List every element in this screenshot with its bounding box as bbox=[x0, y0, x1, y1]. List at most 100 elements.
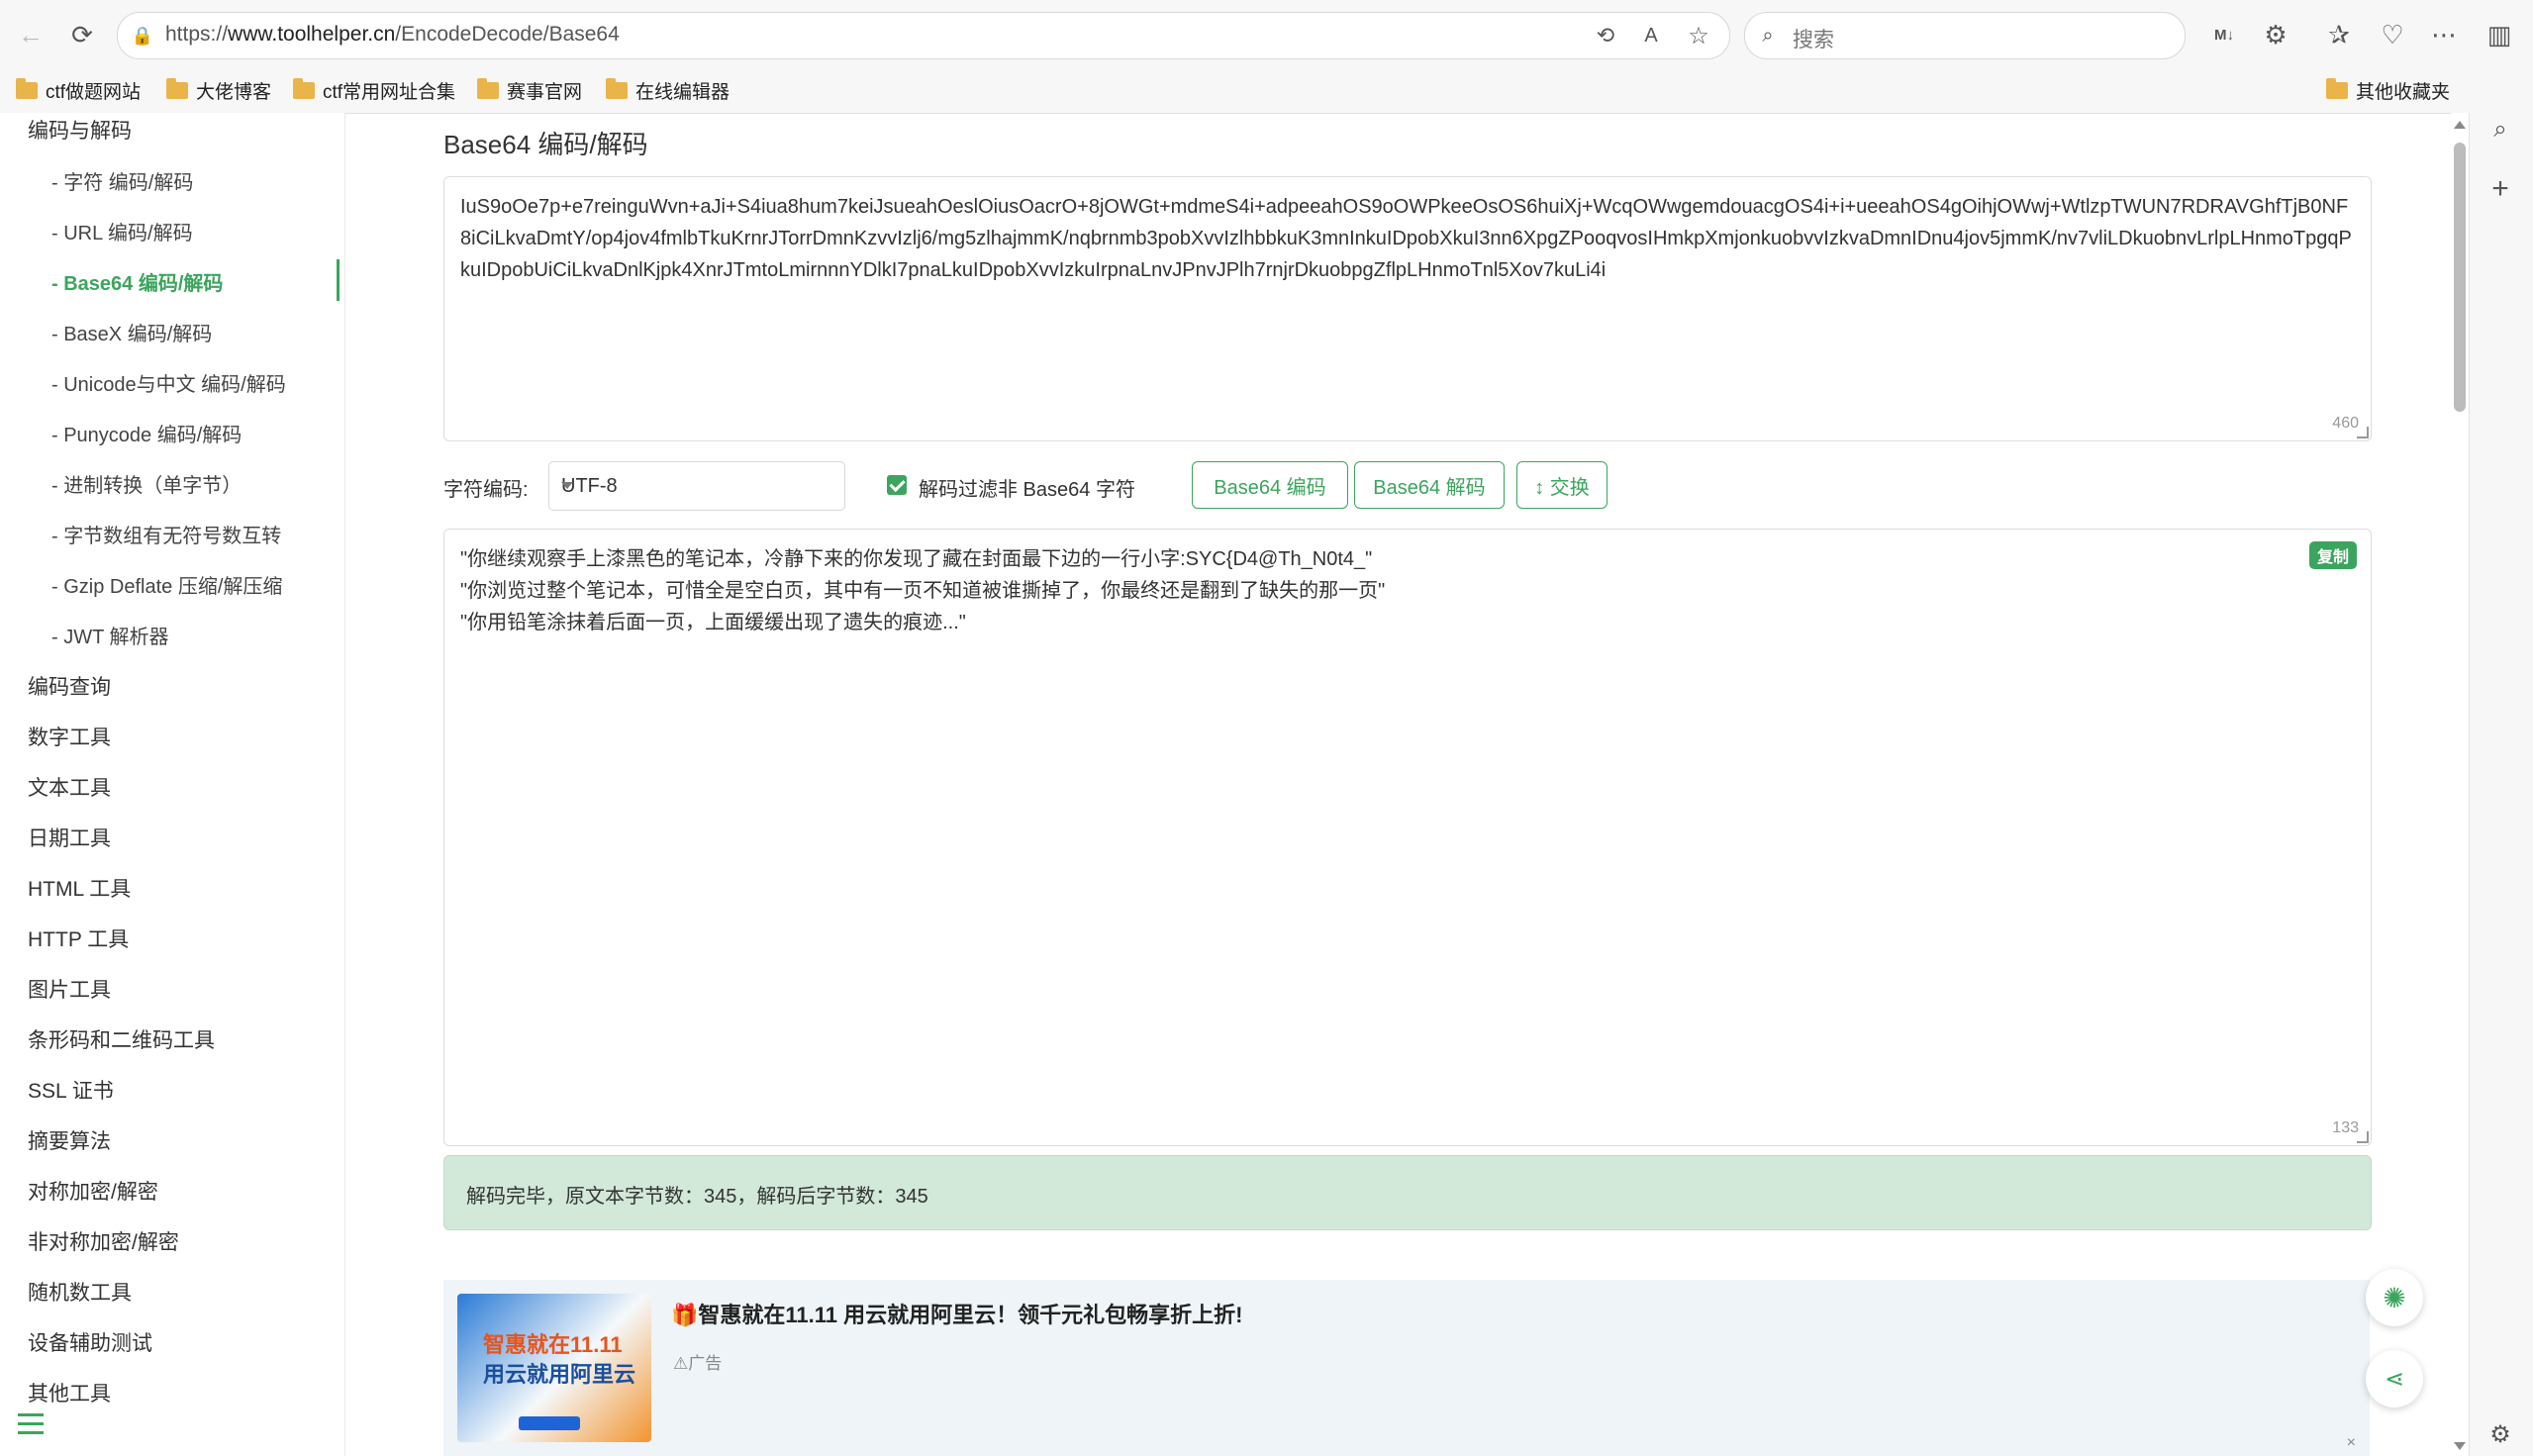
nav-item[interactable]: 数字工具 bbox=[28, 722, 111, 751]
nav-section-encode-decode[interactable]: 编码与解码 bbox=[28, 115, 132, 145]
nav-sub-char[interactable]: - 字符 编码/解码 bbox=[51, 166, 193, 195]
bookmark-folder[interactable]: ctf常用网址合集 bbox=[293, 77, 455, 104]
active-indicator bbox=[337, 259, 340, 301]
tool-sidebar: 编码与解码 - 字符 编码/解码 - URL 编码/解码 - Base64 编码… bbox=[0, 113, 345, 1456]
share-button[interactable]: ⋖ bbox=[2366, 1350, 2423, 1407]
output-char-count: 133 bbox=[2332, 1119, 2359, 1136]
nav-item[interactable]: 随机数工具 bbox=[28, 1277, 132, 1307]
back-icon[interactable]: ← bbox=[14, 18, 48, 51]
nav-sub-url[interactable]: - URL 编码/解码 bbox=[51, 217, 193, 245]
add-icon[interactable]: + bbox=[2484, 172, 2517, 206]
chevron-down-icon bbox=[561, 482, 573, 489]
base64-encode-button[interactable]: Base64 编码 bbox=[1192, 461, 1348, 509]
filter-label: 解码过滤非 Base64 字符 bbox=[919, 479, 1135, 501]
markdown-icon[interactable]: M↓ bbox=[2207, 18, 2241, 51]
other-bookmarks-folder[interactable]: 其他收藏夹 bbox=[2326, 77, 2450, 104]
nav-item[interactable]: 摘要算法 bbox=[28, 1125, 111, 1155]
nav-item[interactable]: 对称加密/解密 bbox=[28, 1176, 158, 1206]
input-text: IuS9oOe7p+e7reinguWvn+aJi+S4iua8hum7keiJ… bbox=[460, 196, 2352, 281]
nav-sub-gzip[interactable]: - Gzip Deflate 压缩/解压缩 bbox=[51, 570, 282, 599]
input-textarea[interactable]: IuS9oOe7p+e7reinguWvn+aJi+S4iua8hum7keiJ… bbox=[443, 176, 2372, 441]
resize-handle[interactable] bbox=[2357, 1131, 2369, 1143]
browser-search[interactable]: ⌕ 搜索 bbox=[1744, 12, 2186, 59]
lock-icon: 🔒 bbox=[131, 25, 154, 46]
page-scrollbar[interactable] bbox=[2451, 113, 2469, 1456]
nav-sub-basex[interactable]: - BaseX 编码/解码 bbox=[51, 318, 212, 346]
folder-icon bbox=[606, 78, 628, 99]
nav-sub-base64[interactable]: - Base64 编码/解码 bbox=[51, 267, 223, 296]
collections-icon[interactable]: ♡ bbox=[2376, 18, 2409, 51]
ad-close-icon[interactable]: × bbox=[2347, 1434, 2356, 1452]
read-aloud-icon[interactable]: A bbox=[1634, 19, 1668, 52]
controls-row: 字符编码: UTF-8 解码过滤非 Base64 字符 Base64 编码 Ba… bbox=[443, 461, 1631, 511]
favorites-icon[interactable]: ✰ bbox=[2322, 18, 2356, 51]
nav-item[interactable]: 其他工具 bbox=[28, 1378, 111, 1407]
input-char-count: 460 bbox=[2332, 415, 2359, 432]
settings-gear-icon[interactable]: ⚙ bbox=[2484, 1417, 2517, 1451]
search-placeholder: 搜索 bbox=[1793, 29, 1834, 51]
filter-checkbox[interactable] bbox=[887, 475, 907, 495]
output-text: "你继续观察手上漆黑色的笔记本，冷静下来的你发现了藏在封面最下边的一行小字:SY… bbox=[460, 548, 1386, 633]
nav-item[interactable]: HTTP 工具 bbox=[28, 923, 129, 953]
extensions-icon[interactable]: ⚙ bbox=[2259, 18, 2292, 51]
nav-item[interactable]: 设备辅助测试 bbox=[28, 1327, 152, 1357]
folder-icon bbox=[477, 78, 499, 99]
page-title: Base64 编码/解码 bbox=[443, 130, 648, 159]
ad-banner[interactable]: 智惠就在11.11 用云就用阿里云 🎁智惠就在11.11 用云就用阿里云！领千元… bbox=[443, 1280, 2370, 1456]
nav-item[interactable]: 条形码和二维码工具 bbox=[28, 1024, 215, 1054]
ad-label: ⚠广告 bbox=[673, 1354, 723, 1373]
menu-icon[interactable] bbox=[18, 1413, 44, 1435]
folder-icon bbox=[2326, 78, 2348, 99]
address-bar[interactable]: 🔒 https://www.toolhelper.cn/EncodeDecode… bbox=[117, 12, 1730, 59]
ad-image[interactable]: 智惠就在11.11 用云就用阿里云 bbox=[457, 1294, 651, 1442]
nav-item[interactable]: 非对称加密/解密 bbox=[28, 1226, 179, 1256]
scroll-down-icon[interactable] bbox=[2454, 1442, 2466, 1450]
nav-sub-punycode[interactable]: - Punycode 编码/解码 bbox=[51, 419, 242, 447]
search-icon: ⌕ bbox=[1762, 24, 1774, 47]
refresh-icon[interactable]: ⟳ bbox=[65, 18, 99, 51]
browser-sidebar: ⌕ + ⚙ bbox=[2469, 113, 2533, 1456]
search-icon[interactable]: ⌕ bbox=[2484, 113, 2517, 146]
output-textarea[interactable]: "你继续观察手上漆黑色的笔记本，冷静下来的你发现了藏在封面最下边的一行小字:SY… bbox=[443, 529, 2372, 1146]
charset-label: 字符编码: bbox=[443, 479, 529, 501]
bookmark-folder[interactable]: 在线编辑器 bbox=[606, 77, 730, 104]
ad-image-button bbox=[519, 1416, 580, 1430]
folder-icon bbox=[16, 78, 38, 99]
nav-sub-byte-array[interactable]: - 字节数组有无符号数互转 bbox=[51, 520, 281, 548]
bookmark-folder[interactable]: ctf做题网站 bbox=[16, 77, 141, 104]
nav-item[interactable]: SSL 证书 bbox=[28, 1075, 114, 1105]
nav-item[interactable]: 文本工具 bbox=[28, 772, 111, 802]
browser-toolbar: ← ⟳ 🔒 https://www.toolhelper.cn/EncodeDe… bbox=[0, 0, 2533, 70]
resize-handle[interactable] bbox=[2357, 427, 2369, 438]
url-text: https://www.toolhelper.cn/EncodeDecode/B… bbox=[165, 23, 620, 46]
reload-tab-icon[interactable]: ⟲ bbox=[1589, 19, 1622, 52]
ad-image-line1: 智惠就在11.11 bbox=[483, 1332, 623, 1357]
status-text: 解码完毕，原文本字节数：345，解码后字节数：345 bbox=[466, 1186, 928, 1208]
bookmark-folder[interactable]: 赛事官网 bbox=[477, 77, 582, 104]
favorite-star-icon[interactable]: ☆ bbox=[1682, 19, 1715, 52]
charset-select[interactable]: UTF-8 bbox=[548, 461, 845, 511]
swap-button[interactable]: ↕ 交换 bbox=[1516, 461, 1607, 509]
theme-toggle-button[interactable]: ✺ bbox=[2366, 1269, 2423, 1326]
status-message: 解码完毕，原文本字节数：345，解码后字节数：345 bbox=[443, 1155, 2372, 1230]
folder-icon bbox=[166, 78, 188, 99]
scroll-up-icon[interactable] bbox=[2454, 121, 2466, 129]
nav-item[interactable]: 图片工具 bbox=[28, 974, 111, 1004]
nav-sub-unicode[interactable]: - Unicode与中文 编码/解码 bbox=[51, 368, 286, 397]
base64-decode-button[interactable]: Base64 解码 bbox=[1354, 461, 1505, 509]
nav-sub-radix[interactable]: - 进制转换（单字节） bbox=[51, 469, 242, 498]
nav-item[interactable]: 日期工具 bbox=[28, 823, 111, 852]
bookmarks-bar: ctf做题网站 大佬博客 ctf常用网址合集 赛事官网 在线编辑器 其他收藏夹 bbox=[0, 69, 2533, 114]
more-icon[interactable]: ⋯ bbox=[2427, 18, 2461, 51]
scroll-thumb[interactable] bbox=[2454, 143, 2466, 412]
bookmark-folder[interactable]: 大佬博客 bbox=[166, 77, 271, 104]
sidebar-toggle-icon[interactable]: ▥ bbox=[2483, 18, 2516, 51]
nav-item[interactable]: 编码查询 bbox=[28, 671, 111, 701]
ad-title[interactable]: 🎁智惠就在11.11 用云就用阿里云！领千元礼包畅享折上折! bbox=[671, 1298, 1242, 1329]
ad-image-line2: 用云就用阿里云 bbox=[483, 1362, 636, 1387]
nav-item[interactable]: HTML 工具 bbox=[28, 873, 131, 903]
copy-button[interactable]: 复制 bbox=[2308, 541, 2357, 569]
share-icon: ⋖ bbox=[2384, 1365, 2405, 1393]
nav-sub-jwt[interactable]: - JWT 解析器 bbox=[51, 621, 169, 649]
folder-icon bbox=[293, 78, 315, 99]
